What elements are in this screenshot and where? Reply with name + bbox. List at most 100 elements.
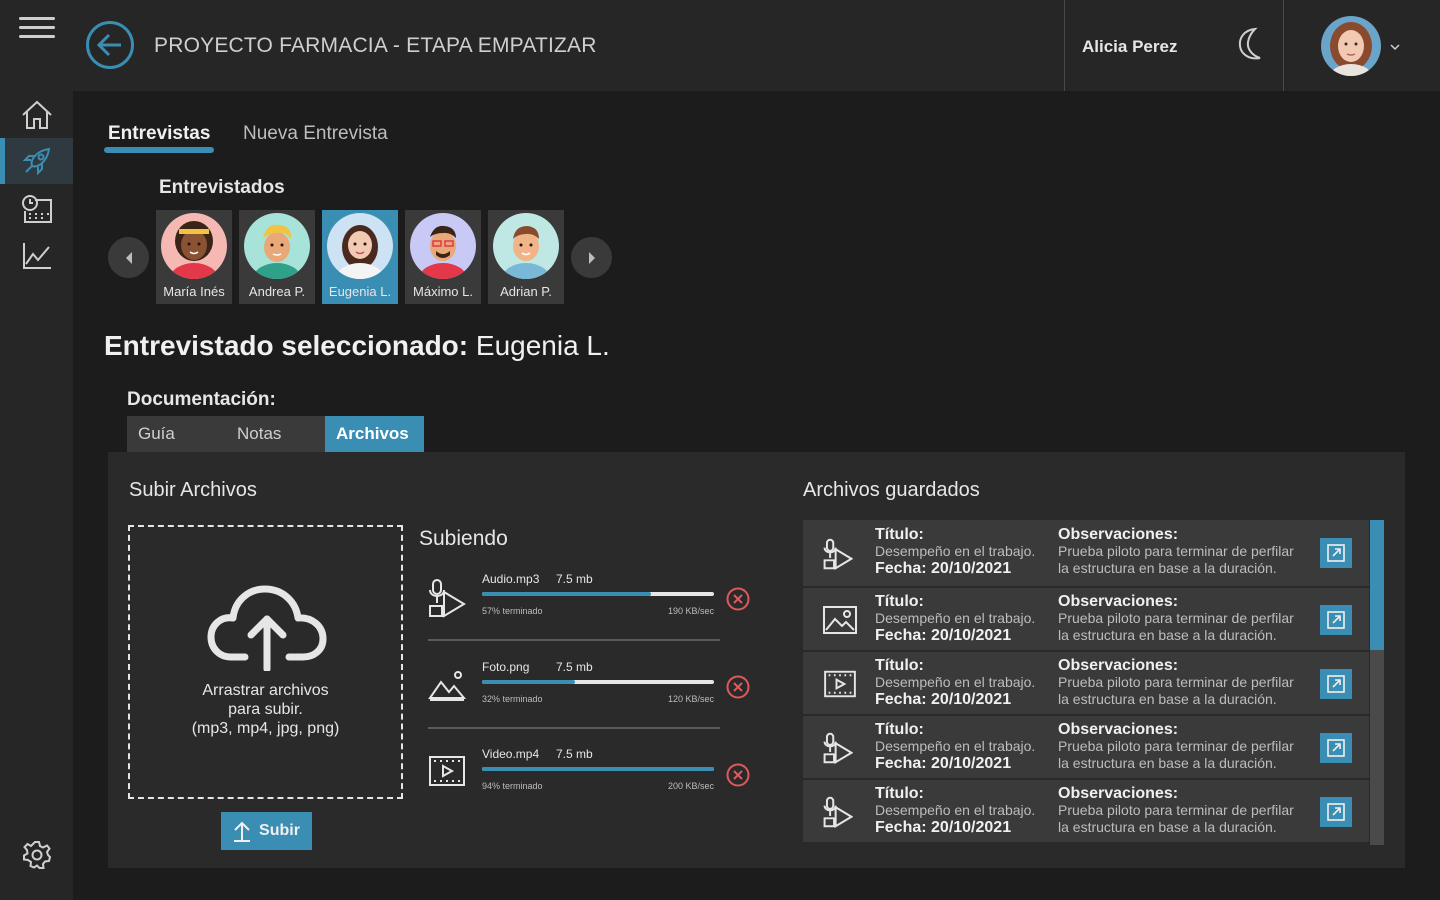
interviewee-card-selected[interactable]: Eugenia L. (322, 210, 398, 304)
observations-label: Observaciones: (1058, 785, 1179, 802)
observations-text: Prueba piloto para terminar de perfilar (1058, 738, 1294, 754)
observations-text: la estructura en base a la duración. (1058, 691, 1277, 707)
observations-text: Prueba piloto para terminar de perfilar (1058, 543, 1294, 559)
video-file-icon (823, 670, 857, 703)
observations-text: Prueba piloto para terminar de perfilar (1058, 802, 1294, 818)
drop-text-line: Arrastrar archivos (202, 682, 329, 699)
saved-file-row[interactable]: Título: Desempeño en el trabajo. Fecha: … (803, 652, 1369, 716)
upload-button-label: Subir (259, 822, 300, 839)
open-external-button[interactable] (1320, 605, 1352, 635)
drop-text-line: (mp3, mp4, jpg, png) (191, 720, 340, 737)
tab-archivos[interactable]: Archivos (325, 416, 424, 452)
title-value: Desempeño en el trabajo. (875, 802, 1036, 818)
interviewee-name: Adrian P. (500, 284, 552, 299)
saved-file-row[interactable]: Título: Desempeño en el trabajo. Fecha: … (803, 520, 1369, 588)
title-label: Título: (875, 721, 924, 738)
interviewee-card[interactable]: Máximo L. (405, 210, 481, 304)
chart-icon[interactable] (0, 233, 73, 279)
scrollbar-thumb[interactable] (1370, 520, 1384, 650)
interviewee-card[interactable]: Adrian P. (488, 210, 564, 304)
interviewee-card[interactable]: Andrea P. (239, 210, 315, 304)
calendar-clock-icon[interactable] (0, 186, 73, 232)
files-panel: Subir Archivos Arrastrar archivos para s… (108, 452, 1405, 868)
drop-zone[interactable]: Arrastrar archivos para subir. (mp3, mp4… (128, 525, 403, 799)
upload-file-size: 7.5 mb (556, 660, 593, 674)
selected-label: Entrevistado seleccionado: (104, 330, 469, 361)
file-observations: Observaciones: Prueba piloto para termin… (1058, 657, 1294, 708)
saved-file-row[interactable]: Título: Desempeño en el trabajo. Fecha: … (803, 716, 1369, 780)
avatar (493, 213, 559, 279)
carousel-prev-button[interactable] (108, 237, 149, 278)
upload-speed: 200 KB/sec (667, 781, 714, 791)
observations-label: Observaciones: (1058, 657, 1179, 674)
progress-label: 57% terminado (482, 606, 543, 616)
observations-text: la estructura en base a la duración. (1058, 627, 1277, 643)
upload-speed: 120 KB/sec (667, 694, 714, 704)
upload-item: Audio.mp3 7.5 mb 57% terminado 190 KB/se… (426, 572, 726, 642)
tab-entrevistas[interactable]: Entrevistas (108, 123, 210, 145)
avatar (161, 213, 227, 279)
dark-mode-moon-icon[interactable] (1235, 27, 1263, 66)
interviewee-card[interactable]: María Inés (156, 210, 232, 304)
open-external-button[interactable] (1320, 733, 1352, 763)
file-date: Fecha: 20/10/2021 (875, 627, 1012, 644)
progress-bar (482, 767, 714, 771)
progress-fill (482, 767, 714, 771)
tab-notas[interactable]: Notas (226, 416, 292, 452)
tab-nueva-entrevista[interactable]: Nueva Entrevista (243, 123, 388, 145)
file-meta: Título: Desempeño en el trabajo. Fecha: … (875, 785, 1035, 836)
upload-file-name: Video.mp4 (482, 747, 540, 761)
audio-file-icon (428, 578, 466, 623)
progress-bar (482, 680, 714, 684)
observations-text: Prueba piloto para terminar de perfilar (1058, 610, 1294, 626)
file-observations: Observaciones: Prueba piloto para termin… (1058, 593, 1294, 644)
open-external-button[interactable] (1320, 538, 1352, 568)
carousel-next-button[interactable] (571, 237, 612, 278)
cancel-upload-icon[interactable] (726, 763, 750, 792)
upload-item: Foto.png 7.5 mb 32% terminado 120 KB/sec (426, 660, 726, 730)
title-label: Título: (875, 785, 924, 802)
external-link-icon (1327, 739, 1345, 757)
page-title: PROYECTO FARMACIA - ETAPA EMPATIZAR (154, 34, 597, 57)
title-value: Desempeño en el trabajo. (875, 543, 1036, 559)
divider (1064, 0, 1065, 91)
audio-file-icon (823, 796, 854, 833)
open-external-button[interactable] (1320, 797, 1352, 827)
observations-label: Observaciones: (1058, 526, 1179, 543)
observations-label: Observaciones: (1058, 593, 1179, 610)
file-observations: Observaciones: Prueba piloto para termin… (1058, 785, 1294, 836)
image-file-icon (428, 670, 467, 707)
observations-text: Prueba piloto para terminar de perfilar (1058, 674, 1294, 690)
cancel-upload-icon[interactable] (726, 675, 750, 704)
cancel-upload-icon[interactable] (726, 587, 750, 616)
video-file-icon (428, 755, 466, 792)
back-arrow-icon[interactable] (85, 20, 135, 70)
interviewee-name: Eugenia L. (328, 284, 392, 299)
saved-file-row[interactable]: Título: Desempeño en el trabajo. Fecha: … (803, 780, 1369, 844)
file-meta: Título: Desempeño en el trabajo. Fecha: … (875, 593, 1035, 644)
progress-label: 94% terminado (482, 781, 543, 791)
avatar (410, 213, 476, 279)
open-external-button[interactable] (1320, 669, 1352, 699)
observations-text: la estructura en base a la duración. (1058, 819, 1277, 835)
rocket-icon[interactable] (0, 138, 73, 184)
upload-button[interactable]: Subir (221, 812, 312, 850)
cloud-upload-icon (207, 585, 327, 676)
observations-label: Observaciones: (1058, 721, 1179, 738)
upload-speed: 190 KB/sec (667, 606, 714, 616)
menu-icon[interactable] (0, 5, 73, 51)
settings-icon[interactable] (0, 832, 73, 878)
sidebar (0, 0, 73, 900)
user-name: Alicia Perez (1082, 37, 1178, 56)
home-icon[interactable] (0, 92, 73, 138)
upload-title: Subir Archivos (129, 479, 257, 501)
chevron-down-icon[interactable] (1390, 38, 1400, 56)
external-link-icon (1327, 544, 1345, 562)
saved-file-row[interactable]: Título: Desempeño en el trabajo. Fecha: … (803, 588, 1369, 652)
selected-name: Eugenia L. (475, 330, 610, 361)
user-avatar[interactable] (1321, 16, 1381, 76)
saved-files-scrollbar[interactable] (1370, 520, 1384, 845)
tab-guia[interactable]: Guía (127, 416, 186, 452)
interviewee-name: Andrea P. (248, 284, 306, 299)
file-observations: Observaciones: Prueba piloto para termin… (1058, 721, 1294, 772)
